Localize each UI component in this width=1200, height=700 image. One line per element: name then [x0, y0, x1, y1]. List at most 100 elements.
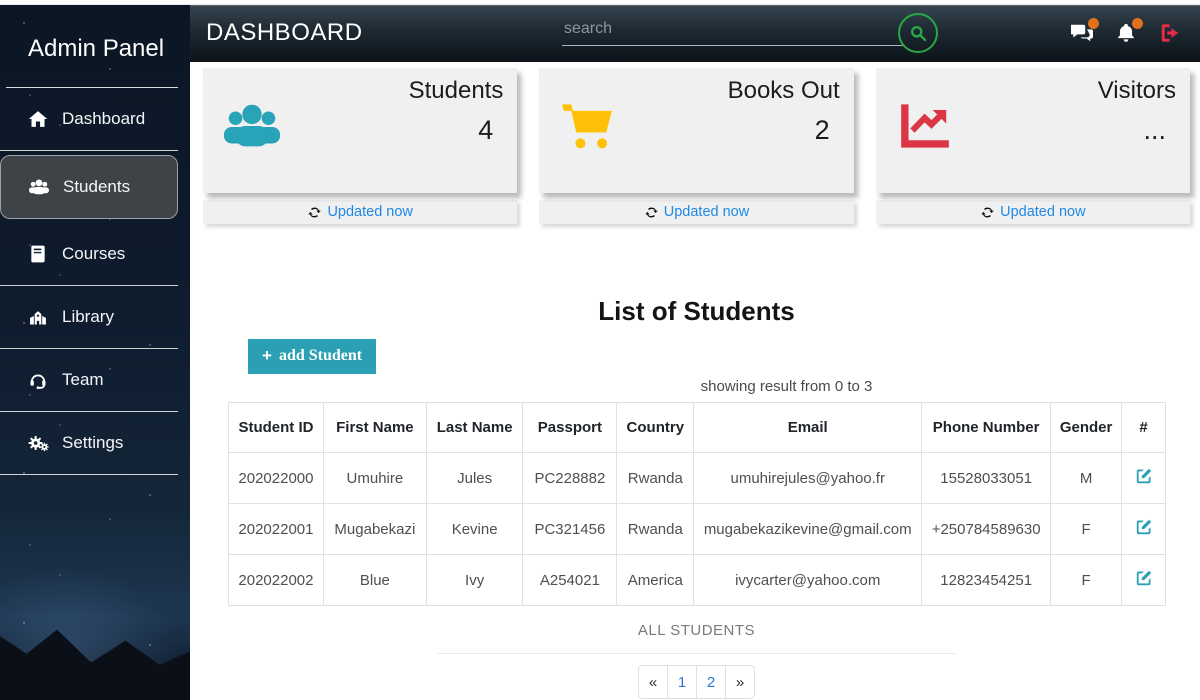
updated-label: Updated now	[327, 204, 412, 220]
sidebar: Admin Panel Dashboard Students Courses L…	[0, 5, 190, 700]
col-email: Email	[694, 403, 922, 453]
edit-row-button[interactable]	[1135, 467, 1153, 488]
pagination-prev[interactable]: «	[638, 665, 668, 699]
users-icon	[27, 176, 51, 198]
card-updated-link[interactable]: Updated now	[203, 200, 517, 224]
main-content: Students 4 Updated now Books Out 2	[190, 62, 1200, 700]
cell-student-id: 202022002	[229, 555, 324, 606]
col-passport: Passport	[523, 403, 617, 453]
sidebar-item-library[interactable]: Library	[0, 286, 178, 349]
sidebar-item-dashboard[interactable]: Dashboard	[0, 88, 178, 151]
pagination: « 1 2 »	[203, 665, 1190, 699]
sidebar-item-settings[interactable]: Settings	[0, 412, 178, 475]
refresh-icon	[980, 205, 995, 220]
card-title: Books Out	[728, 77, 840, 105]
app-title: Admin Panel	[0, 5, 190, 87]
cell-passport: PC321456	[523, 504, 617, 555]
table-row: 202022001 Mugabekazi Kevine PC321456 Rwa…	[229, 504, 1166, 555]
users-icon	[221, 100, 283, 157]
sidebar-item-label: Settings	[62, 433, 123, 453]
edit-icon	[1135, 518, 1153, 536]
col-student-id: Student ID	[229, 403, 324, 453]
pagination-next[interactable]: »	[725, 665, 755, 699]
edit-icon	[1135, 569, 1153, 587]
students-table: Student ID First Name Last Name Passport…	[228, 402, 1166, 606]
col-country: Country	[617, 403, 694, 453]
cell-gender: F	[1051, 504, 1122, 555]
cell-first-name: Mugabekazi	[323, 504, 426, 555]
refresh-icon	[307, 205, 322, 220]
page-title: DASHBOARD	[206, 19, 363, 47]
edit-row-button[interactable]	[1135, 518, 1153, 539]
pagination-page-2[interactable]: 2	[696, 665, 726, 699]
pagination-page-1[interactable]: 1	[667, 665, 697, 699]
sidebar-item-team[interactable]: Team	[0, 349, 178, 412]
cell-last-name: Jules	[426, 453, 523, 504]
cell-student-id: 202022001	[229, 504, 324, 555]
updated-label: Updated now	[1000, 204, 1085, 220]
card-value: 2	[815, 115, 830, 146]
stat-cards: Students 4 Updated now Books Out 2	[203, 68, 1190, 224]
table-row: 202022002 Blue Ivy A254021 America ivyca…	[229, 555, 1166, 606]
edit-row-button[interactable]	[1135, 569, 1153, 590]
add-student-label: add Student	[279, 347, 362, 365]
topbar-icons	[1070, 22, 1184, 46]
cell-gender: F	[1051, 555, 1122, 606]
topbar: DASHBOARD	[190, 5, 1200, 62]
cell-gender: M	[1051, 453, 1122, 504]
cell-passport: PC228882	[523, 453, 617, 504]
cell-country: Rwanda	[617, 453, 694, 504]
search-button[interactable]	[898, 13, 938, 53]
bell-icon[interactable]	[1114, 22, 1140, 46]
col-gender: Gender	[1051, 403, 1122, 453]
card-updated-link[interactable]: Updated now	[539, 200, 853, 224]
notification-dot	[1088, 18, 1099, 29]
gears-icon	[26, 432, 50, 454]
divider	[437, 653, 957, 654]
visitors-card[interactable]: Visitors ...	[876, 68, 1190, 193]
cell-last-name: Kevine	[426, 504, 523, 555]
sidebar-item-label: Library	[62, 307, 114, 327]
col-first-name: First Name	[323, 403, 426, 453]
books-out-card[interactable]: Books Out 2	[539, 68, 853, 193]
card-title: Visitors	[1098, 77, 1176, 105]
cell-student-id: 202022000	[229, 453, 324, 504]
headset-icon	[26, 369, 50, 391]
home-icon	[26, 108, 50, 130]
refresh-icon	[644, 205, 659, 220]
search-wrap	[562, 16, 904, 46]
card-value: ...	[1143, 115, 1166, 146]
plus-icon: +	[262, 346, 272, 366]
card-value: 4	[478, 115, 493, 146]
cell-country: America	[617, 555, 694, 606]
showing-result-text: showing result from 0 to 3	[203, 378, 1190, 395]
cell-country: Rwanda	[617, 504, 694, 555]
sidebar-item-students[interactable]: Students	[0, 155, 178, 219]
list-heading: List of Students	[203, 296, 1190, 327]
cell-phone: +250784589630	[922, 504, 1051, 555]
cell-first-name: Blue	[323, 555, 426, 606]
card-updated-link[interactable]: Updated now	[876, 200, 1190, 224]
sidebar-item-courses[interactable]: Courses	[0, 223, 178, 286]
table-row: 202022000 Umuhire Jules PC228882 Rwanda …	[229, 453, 1166, 504]
students-card[interactable]: Students 4	[203, 68, 517, 193]
messages-icon[interactable]	[1070, 22, 1096, 46]
all-students-label: ALL STUDENTS	[203, 622, 1190, 639]
library-icon	[26, 306, 50, 328]
cell-passport: A254021	[523, 555, 617, 606]
updated-label: Updated now	[664, 204, 749, 220]
book-icon	[26, 243, 50, 265]
add-student-button[interactable]: + add Student	[248, 339, 376, 374]
cell-last-name: Ivy	[426, 555, 523, 606]
sidebar-nav: Dashboard Students Courses Library Team	[0, 88, 190, 475]
col-actions: #	[1122, 403, 1166, 453]
notification-dot	[1132, 18, 1143, 29]
col-last-name: Last Name	[426, 403, 523, 453]
cell-email: mugabekazikevine@gmail.com	[694, 504, 922, 555]
signout-icon[interactable]	[1158, 22, 1184, 46]
card-title: Students	[409, 77, 504, 105]
cell-phone: 15528033051	[922, 453, 1051, 504]
search-input[interactable]	[562, 16, 904, 46]
cell-email: ivycarter@yahoo.com	[694, 555, 922, 606]
cell-first-name: Umuhire	[323, 453, 426, 504]
